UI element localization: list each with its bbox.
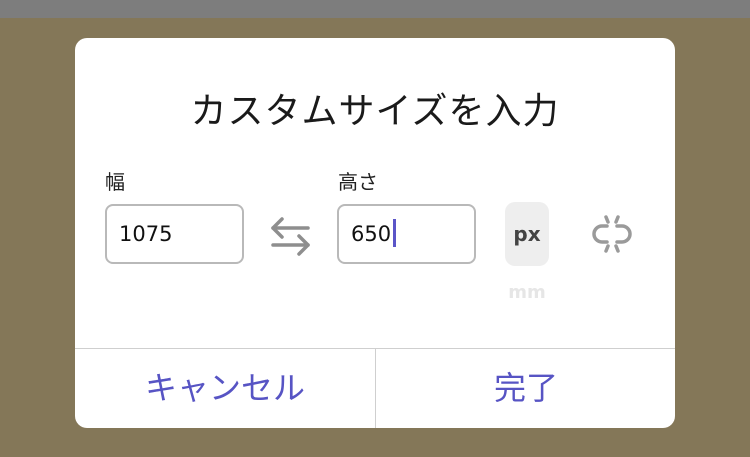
unit-picker-selected[interactable]: px	[505, 202, 549, 266]
height-label: 高さ	[338, 170, 378, 194]
height-input[interactable]: 650	[337, 204, 476, 264]
dialog-title: カスタムサイズを入力	[190, 91, 560, 132]
width-input[interactable]: 1075	[105, 204, 244, 264]
swap-arrows-icon[interactable]	[268, 216, 314, 256]
top-status-bar	[0, 0, 750, 18]
custom-size-dialog: カスタムサイズを入力 幅 1075 高さ 650 px mm キャンセル 完了	[75, 38, 675, 428]
height-value: 650	[351, 222, 392, 246]
cancel-button[interactable]: キャンセル	[75, 349, 375, 428]
unlink-chain-icon[interactable]	[590, 214, 634, 254]
text-caret	[393, 219, 397, 247]
done-button[interactable]: 完了	[376, 349, 675, 428]
unit-picker-option[interactable]: mm	[505, 282, 549, 303]
width-label: 幅	[105, 170, 125, 194]
width-value: 1075	[119, 222, 173, 246]
